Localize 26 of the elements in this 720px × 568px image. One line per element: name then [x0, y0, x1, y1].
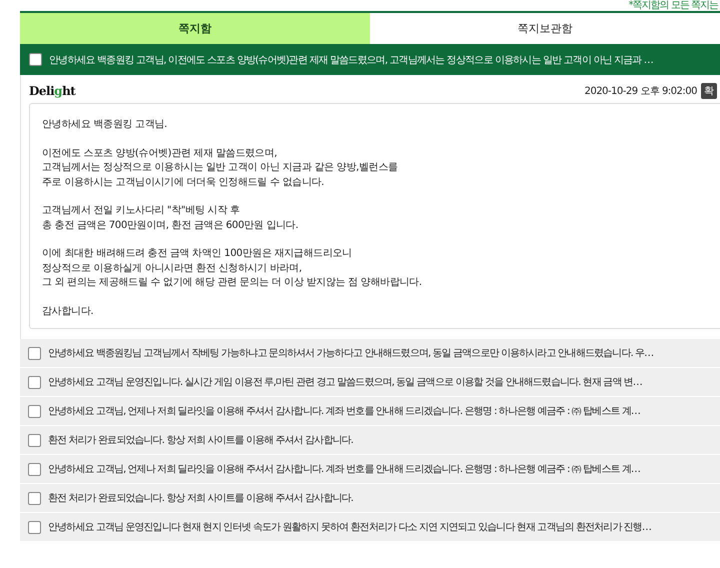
message-row[interactable]: 환전 처리가 완료되었습니다. 항상 저희 사이트를 이용해 주셔서 감사합니다. [20, 484, 720, 512]
checkbox[interactable] [28, 346, 41, 360]
checkbox[interactable] [28, 434, 41, 446]
message-paragraph: 이전에도 스포츠 양방(슈어벳)관련 제재 말씀드렸으며, 고객님께서는 정상적으로 이용하시는 일반 고객이 아닌 지금과 같은 양방,벨런스를 주로 이용하시는 고객님이시기에 더더욱 인정해드릴 수 없습니다. [42, 146, 398, 190]
message-paragraph: 감사합니다. [42, 304, 94, 318]
confirm-button[interactable]: 확 [701, 83, 717, 99]
message-row[interactable]: 안녕하세요 고객님, 언제나 저희 딜라잇을 이용해 주셔서 감사합니다. 계좌 번호를 안내해 드리겠습니다. 은행명 : 하나은행 예금주 : ㈜ 탑베스트 계… [20, 397, 720, 425]
message-paragraph: 이에 최대한 배려해드려 충전 금액 차액인 100만원은 재지급해드리오니 정상적으로 이용하실게 아니시라면 환전 신청하시기 바라며, 그 외 편의는 제공해드릴 수 없기에 해당 관련 문의는 더 이상 받지않는 점 양해바랍니다. [42, 247, 422, 290]
checkbox[interactable] [28, 520, 41, 534]
message-row[interactable]: 안녕하세요 고객님 운영진입니다. 실시간 게임 이용전 루,마틴 관련 경고 말씀드렸으며, 동일 금액으로 이용할 것을 안내해드렸습니다. 현재 금액 변… [20, 368, 720, 396]
tab[interactable]: 쪽지함 [20, 13, 370, 44]
message-row[interactable]: 안녕하세요 백종원킹님 고객님께서 작베팅 가능하냐고 문의하셔서 가능하다고 안내해드렸으며, 동일 금액으로만 이용하시라고 안내해드렸습니다. 우… [20, 339, 720, 367]
checkbox[interactable] [28, 492, 41, 504]
message-paragraph: 고객님께서 전일 키노사다리 "착"베팅 시작 후 총 충전 금액은 700만원이며, 환전 금액은 600만원 입니다. [42, 204, 298, 232]
message-header[interactable]: 안녕하세요 백종원킹 고객님, 이전에도 스포츠 양방(슈어벳)관련 제재 말씀드렸으며, 고객님께서는 정상적으로 이용하시는 일반 고객이 아닌 지금과 … [20, 44, 720, 75]
checkbox[interactable] [28, 404, 41, 418]
message-row[interactable]: 안녕하세요 고객님, 언제나 저희 딜라잇을 이용해 주셔서 감사합니다. 계좌 번호를 안내해 드리겠습니다. 은행명 : 하나은행 예금주 : ㈜ 탑베스트 계… [20, 455, 720, 483]
message-paragraph: 안녕하세요 백종원킹 고객님. [42, 118, 168, 132]
message-row[interactable]: 환전 처리가 완료되었습니다. 항상 저희 사이트를 이용해 주셔서 감사합니다. [20, 426, 720, 454]
checkbox[interactable] [28, 462, 41, 476]
message-date: 2020-10-29 오후 9:02:00 [584, 85, 697, 98]
logo: Delight [29, 84, 76, 98]
checkbox[interactable] [29, 53, 42, 66]
checkbox[interactable] [28, 376, 41, 388]
message-row[interactable]: 안녕하세요 고객님 운영진입니다 현재 현지 인터넷 속도가 원활하지 못하여 환전처리가 다소 지연 지연되고 있습니다 현재 고객님의 환전처리가 진행… [20, 513, 720, 541]
notice-text: *쪽지함의 모든 쪽지는 [628, 0, 718, 11]
